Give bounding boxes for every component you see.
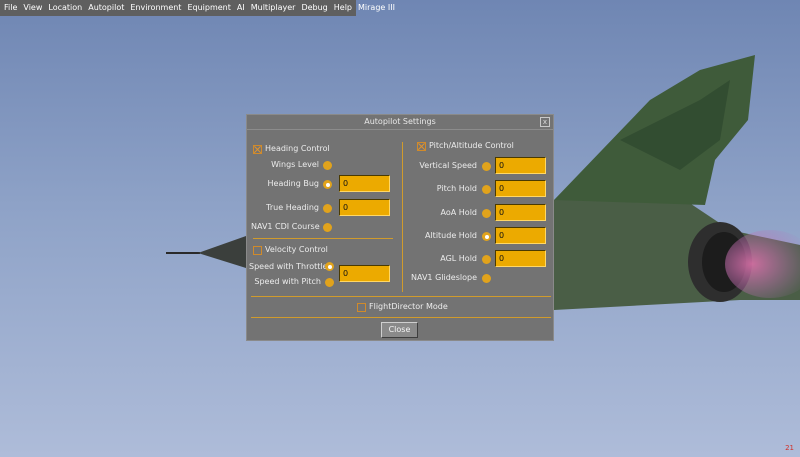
agl-hold-label: AGL Hold xyxy=(440,254,477,263)
true-heading-radio[interactable] xyxy=(323,204,332,213)
autopilot-dialog: Autopilot Settings x Heading Control Win… xyxy=(246,114,554,341)
pitch-altitude-checkbox[interactable] xyxy=(417,142,426,151)
section-divider xyxy=(253,238,393,239)
vertical-speed-radio[interactable] xyxy=(482,162,491,171)
nav1-cdi-radio[interactable] xyxy=(323,223,332,232)
altitude-hold-input[interactable]: 0 xyxy=(495,227,546,244)
flight-director-label: FlightDirector Mode xyxy=(369,302,448,311)
true-heading-label: True Heading xyxy=(266,203,319,212)
nav1-glideslope-radio[interactable] xyxy=(482,274,491,283)
speed-throttle-label: Speed with Throttle xyxy=(249,262,328,271)
dialog-title: Autopilot Settings xyxy=(247,115,553,130)
wings-level-radio[interactable] xyxy=(323,161,332,170)
heading-bug-input[interactable]: 0 xyxy=(339,175,390,192)
speed-pitch-radio[interactable] xyxy=(325,278,334,287)
button-divider xyxy=(251,317,551,318)
aoa-hold-label: AoA Hold xyxy=(440,208,477,217)
nav1-glideslope-label: NAV1 Glideslope xyxy=(411,273,477,282)
close-icon[interactable]: x xyxy=(540,117,550,127)
agl-hold-input[interactable]: 0 xyxy=(495,250,546,267)
flight-director-checkbox[interactable] xyxy=(357,303,366,312)
frame-rate-counter: 21 xyxy=(785,444,794,452)
heading-control-checkbox[interactable] xyxy=(253,145,262,154)
heading-bug-radio[interactable] xyxy=(323,180,332,189)
pitch-hold-label: Pitch Hold xyxy=(436,184,477,193)
aoa-hold-input[interactable]: 0 xyxy=(495,204,546,221)
close-button[interactable]: Close xyxy=(381,322,418,338)
bottom-divider xyxy=(251,296,551,297)
heading-control-label: Heading Control xyxy=(265,144,330,153)
altitude-hold-label: Altitude Hold xyxy=(424,231,477,240)
speed-pitch-label: Speed with Pitch xyxy=(254,277,321,286)
nav1-cdi-label: NAV1 CDI Course xyxy=(251,222,320,231)
pitch-hold-radio[interactable] xyxy=(482,185,491,194)
wings-level-label: Wings Level xyxy=(271,160,319,169)
velocity-control-label: Velocity Control xyxy=(265,245,328,254)
heading-bug-label: Heading Bug xyxy=(267,179,319,188)
altitude-hold-radio[interactable] xyxy=(482,232,491,241)
vertical-speed-input[interactable]: 0 xyxy=(495,157,546,174)
pitch-altitude-label: Pitch/Altitude Control xyxy=(429,141,514,150)
agl-hold-radio[interactable] xyxy=(482,255,491,264)
velocity-control-checkbox[interactable] xyxy=(253,246,262,255)
vertical-speed-label: Vertical Speed xyxy=(419,161,477,170)
speed-throttle-input[interactable]: 0 xyxy=(339,265,390,282)
true-heading-input[interactable]: 0 xyxy=(339,199,390,216)
aircraft-nose xyxy=(198,236,246,268)
pitch-hold-input[interactable]: 0 xyxy=(495,180,546,197)
aoa-hold-radio[interactable] xyxy=(482,209,491,218)
speed-throttle-radio[interactable] xyxy=(325,262,334,271)
